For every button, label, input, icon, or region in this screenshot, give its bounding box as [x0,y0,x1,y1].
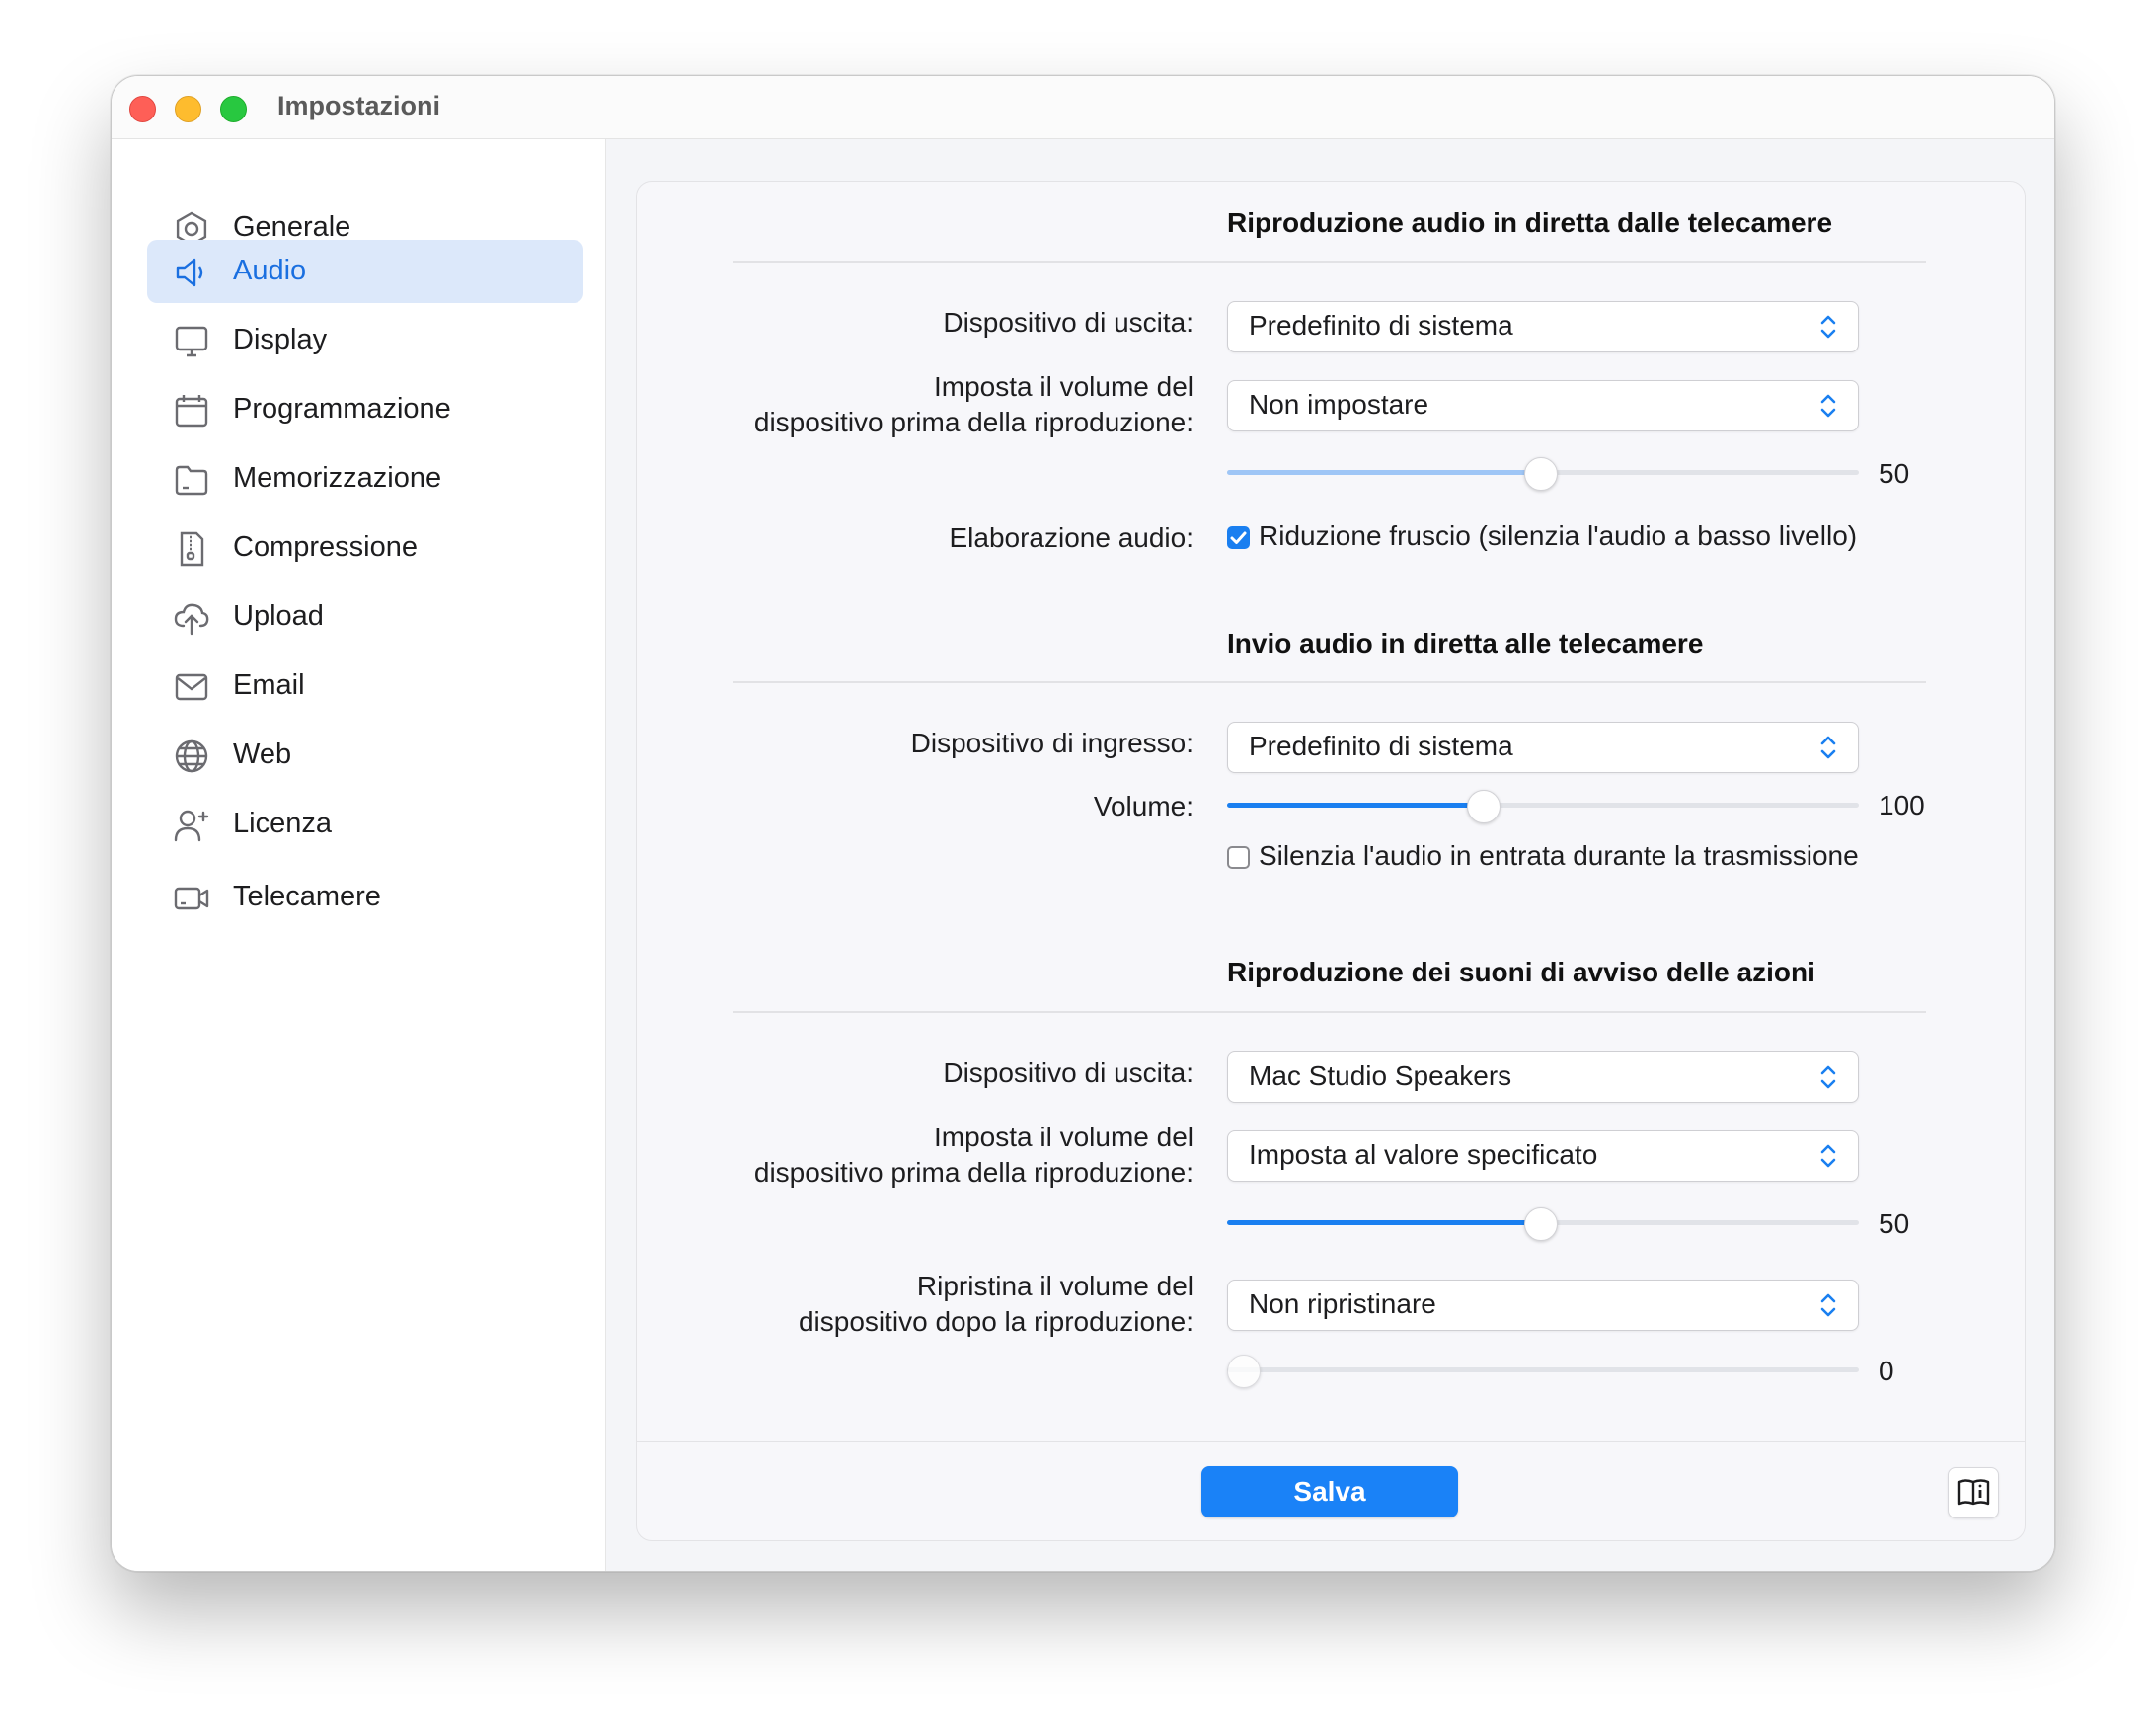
minimize-window-button[interactable] [175,96,201,122]
checkmark-icon [1230,531,1247,544]
speaker-icon [173,254,210,291]
send-volume-label: Volume: [1093,791,1194,821]
mute-incoming-checkbox[interactable] [1227,846,1250,869]
slider-fill [1227,803,1484,808]
person-add-icon [173,807,210,844]
section-divider [733,1011,1926,1013]
playback-volume-label-line2: dispositivo prima della riproduzione: [753,407,1194,437]
footer-divider [637,1441,2025,1442]
select-value: Predefinito di sistema [1249,731,1513,761]
chevron-up-down-icon [1820,1293,1836,1317]
chevron-up-down-icon [1820,1144,1836,1168]
select-value: Predefinito di sistema [1249,310,1513,341]
section-title-playback: Riproduzione audio in diretta dalle tele… [1227,207,1833,238]
chevron-up-down-icon [1820,394,1836,418]
select-value: Imposta al valore specificato [1249,1139,1598,1170]
sidebar-item-compressione[interactable]: Compressione [147,516,583,580]
slider-track [1227,1367,1859,1372]
sidebar-item-memorizzazione[interactable]: Memorizzazione [147,447,583,510]
sidebar-item-programmazione[interactable]: Programmazione [147,378,583,441]
cloud-upload-icon [173,599,210,637]
sidebar-item-label: Display [233,324,328,355]
select-value: Non ripristinare [1249,1288,1436,1319]
sidebar-item-label: Licenza [233,808,332,839]
slider-knob[interactable] [1227,1355,1261,1388]
alerts-output-label: Dispositivo di uscita: [943,1057,1194,1088]
sidebar-item-label: Compressione [233,531,418,563]
select-value: Non impostare [1249,389,1429,420]
sidebar-item-email[interactable]: Email [147,655,583,718]
zip-file-icon [173,530,210,568]
chevron-up-down-icon [1820,1065,1836,1089]
sidebar-item-licenza[interactable]: Licenza [147,793,583,856]
sidebar-item-audio[interactable]: Audio [147,240,583,303]
slider-knob[interactable] [1523,457,1558,491]
sidebar: Generale Audio Display Programmazione Me… [112,139,606,1571]
window-title: Impostazioni [277,91,441,120]
envelope-icon [173,668,210,706]
sidebar-item-web[interactable]: Web [147,724,583,787]
slider-fill [1227,470,1540,475]
sidebar-item-label: Audio [233,255,307,286]
alerts-restore-label-line2: dispositivo dopo la riproduzione: [798,1306,1194,1337]
section-title-alerts: Riproduzione dei suoni di avviso delle a… [1227,957,1815,987]
noise-reduction-label[interactable]: Riduzione fruscio (silenzia l'audio a ba… [1259,520,1857,552]
playback-volume-slider[interactable] [1227,455,1859,491]
sidebar-item-label: Web [233,739,292,770]
audio-processing-label: Elaborazione audio: [949,522,1194,553]
alerts-volume-value: 50 [1879,1208,1910,1239]
slider-knob[interactable] [1467,790,1502,823]
book-info-icon [1957,1479,1990,1506]
alerts-restore-value: 0 [1879,1356,1894,1386]
video-camera-icon [173,880,210,917]
section-divider [733,261,1926,263]
playback-volume-mode-select[interactable]: Non impostare [1227,380,1859,431]
playback-output-label: Dispositivo di uscita: [943,307,1194,338]
audio-settings-pane: Riproduzione audio in diretta dalle tele… [606,139,2054,1571]
send-volume-slider[interactable] [1227,788,1859,823]
playback-volume-label-line1: Imposta il volume del [933,371,1194,402]
slider-fill [1227,1220,1540,1225]
display-icon [173,323,210,360]
send-input-select[interactable]: Predefinito di sistema [1227,722,1859,773]
sidebar-item-label: Programmazione [233,393,451,425]
alerts-restore-mode-select[interactable]: Non ripristinare [1227,1280,1859,1331]
playback-volume-value: 50 [1879,458,1910,489]
alerts-volume-label-line1: Imposta il volume del [933,1122,1194,1152]
section-title-send: Invio audio in diretta alle telecamere [1227,628,1704,659]
folder-icon [173,461,210,499]
alerts-volume-slider[interactable] [1227,1206,1859,1241]
sidebar-item-label: Upload [233,600,324,632]
close-window-button[interactable] [129,96,156,122]
calendar-icon [173,392,210,429]
sidebar-item-telecamere[interactable]: Telecamere [147,866,583,929]
alerts-volume-label-line2: dispositivo prima della riproduzione: [753,1157,1194,1188]
help-button[interactable] [1948,1467,1999,1518]
section-divider [733,681,1926,683]
select-value: Mac Studio Speakers [1249,1060,1512,1091]
sidebar-item-display[interactable]: Display [147,309,583,372]
settings-window: Impostazioni Generale Audio Display Prog… [111,75,2055,1572]
alerts-restore-label-line1: Ripristina il volume del [916,1271,1194,1301]
alerts-output-select[interactable]: Mac Studio Speakers [1227,1051,1859,1103]
settings-panel: Riproduzione audio in diretta dalle tele… [636,181,2026,1541]
playback-output-select[interactable]: Predefinito di sistema [1227,301,1859,352]
sidebar-item-label: Email [233,669,305,701]
alerts-volume-mode-select[interactable]: Imposta al valore specificato [1227,1130,1859,1182]
send-input-label: Dispositivo di ingresso: [910,728,1194,758]
noise-reduction-checkbox[interactable] [1227,526,1250,549]
sidebar-item-label: Memorizzazione [233,462,442,494]
send-volume-value: 100 [1879,790,1925,820]
chevron-up-down-icon [1820,736,1836,759]
slider-knob[interactable] [1523,1207,1558,1241]
globe-icon [173,738,210,775]
save-button[interactable]: Salva [1201,1466,1458,1517]
title-bar: Impostazioni [112,76,2054,139]
alerts-restore-slider[interactable] [1227,1353,1859,1388]
sidebar-item-upload[interactable]: Upload [147,585,583,649]
sidebar-item-label: Telecamere [233,881,381,912]
zoom-window-button[interactable] [220,96,247,122]
chevron-up-down-icon [1820,315,1836,339]
mute-incoming-label[interactable]: Silenzia l'audio in entrata durante la t… [1259,840,1859,872]
